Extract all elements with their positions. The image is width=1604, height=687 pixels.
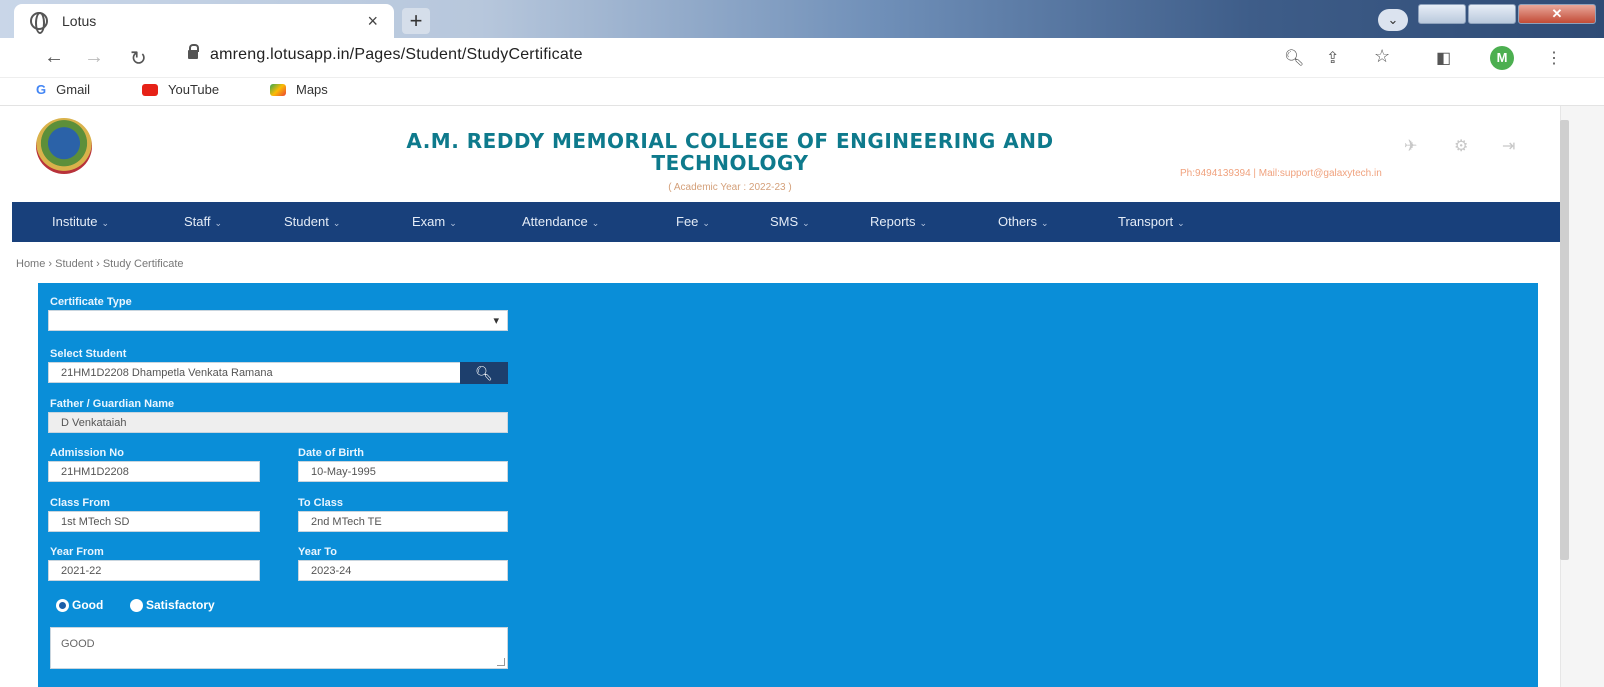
certificate-type-label: Certificate Type — [50, 296, 132, 308]
year-to-field[interactable]: 2023-24 — [298, 560, 508, 581]
profile-avatar[interactable]: M — [1490, 46, 1514, 70]
new-tab-button[interactable]: + — [402, 8, 430, 34]
url-input[interactable]: amreng.lotusapp.in/Pages/Student/StudyCe… — [210, 46, 583, 64]
search-student-button[interactable]: 🔍︎ — [460, 362, 508, 384]
minimize-button[interactable] — [1418, 4, 1466, 24]
menu-student[interactable]: Student ⌄ — [284, 214, 340, 229]
tab-close-button[interactable]: × — [367, 11, 378, 32]
chevron-down-icon: ▾ — [493, 315, 499, 327]
college-name: A.M. REDDY MEMORIAL COLLEGE OF ENGINEERI… — [406, 129, 1054, 175]
chevron-down-icon: ⌄ — [101, 218, 110, 228]
zoom-icon[interactable]: 🔍︎ — [1284, 48, 1304, 68]
menu-reports[interactable]: Reports ⌄ — [870, 214, 927, 229]
menu-transport[interactable]: Transport ⌄ — [1118, 214, 1185, 229]
breadcrumb: Home › Student › Study Certificate — [16, 258, 184, 270]
maximize-button[interactable] — [1468, 4, 1516, 24]
close-window-button[interactable]: ✕ — [1518, 4, 1596, 24]
to-class-label: To Class — [298, 497, 344, 509]
browser-tab-strip: Lotus × + ⌄ ✕ — [0, 0, 1604, 38]
chevron-down-icon: ⌄ — [449, 218, 457, 228]
radio-unselected-icon — [130, 598, 143, 612]
bookmarks-bar: G Gmail YouTube Maps — [0, 78, 1604, 106]
menu-institute[interactable]: Institute ⌄ — [52, 214, 109, 229]
lock-icon — [188, 44, 199, 59]
forward-arrow-icon[interactable]: → — [84, 46, 104, 69]
radio-selected-icon — [56, 598, 69, 612]
menu-exam[interactable]: Exam ⌄ — [412, 214, 457, 229]
chevron-down-icon: ⌄ — [214, 218, 223, 228]
bookmark-maps[interactable]: Maps — [270, 82, 328, 97]
admission-no-field[interactable]: 21HM1D2208 — [48, 461, 260, 482]
main-menu: Institute ⌄ Staff ⌄ Student ⌄ Exam ⌄ Attenda… — [12, 202, 1560, 242]
bookmark-gmail[interactable]: G Gmail — [36, 82, 90, 97]
bookmark-star-icon[interactable]: ☆ — [1374, 46, 1390, 67]
to-class-field[interactable]: 2nd MTech TE — [298, 511, 508, 532]
contact-info: Ph:9494139394 | Mail:support@galaxytech.… — [1180, 168, 1382, 179]
year-from-label: Year From — [50, 546, 104, 558]
admission-no-label: Admission No — [50, 447, 124, 459]
google-g-icon: G — [36, 82, 47, 97]
academic-year: ( Academic Year : 2022-23 ) — [668, 182, 792, 193]
chevron-down-icon: ⌄ — [1041, 218, 1049, 228]
pin-icon[interactable]: ✈ — [1404, 136, 1417, 156]
resize-handle-icon[interactable] — [497, 658, 505, 666]
menu-others[interactable]: Others ⌄ — [998, 214, 1049, 229]
back-arrow-icon[interactable]: ← — [44, 46, 64, 69]
scrollbar-thumb[interactable] — [1560, 120, 1569, 560]
chevron-down-icon: ⌄ — [702, 218, 710, 228]
year-from-field[interactable]: 2021-22 — [48, 560, 260, 581]
dob-field[interactable]: 10-May-1995 — [298, 461, 508, 482]
menu-staff[interactable]: Staff ⌄ — [184, 214, 222, 229]
father-name-label: Father / Guardian Name — [50, 398, 175, 410]
college-header: A.M. REDDY MEMORIAL COLLEGE OF ENGINEERI… — [0, 106, 1560, 202]
conduct-good-radio[interactable]: Good — [56, 598, 103, 612]
conduct-satisfactory-radio[interactable]: Satisfactory — [130, 598, 215, 612]
remarks-textarea[interactable]: GOOD — [50, 627, 508, 669]
maps-icon — [270, 83, 286, 96]
gear-icon[interactable]: ⚙ — [1454, 136, 1468, 156]
chevron-down-icon: ⌄ — [591, 218, 600, 228]
college-logo — [36, 118, 92, 174]
select-student-input[interactable]: 21HM1D2208 Dhampetla Venkata Ramana — [48, 362, 462, 383]
browser-tab[interactable]: Lotus × — [14, 4, 394, 38]
class-from-label: Class From — [50, 497, 110, 509]
tab-title: Lotus — [62, 13, 97, 29]
certificate-type-select[interactable]: ▾ — [48, 310, 508, 331]
menu-attendance[interactable]: Attendance ⌄ — [522, 214, 599, 229]
chevron-down-icon: ⌄ — [1177, 218, 1185, 228]
search-icon: 🔍︎ — [475, 365, 493, 381]
side-panel-icon[interactable]: ◧ — [1436, 48, 1451, 68]
chevron-down-icon: ⌄ — [332, 218, 341, 228]
share-icon[interactable]: ⇪ — [1326, 48, 1339, 68]
chevron-down-icon: ⌄ — [919, 218, 928, 228]
menu-sms[interactable]: SMS ⌄ — [770, 214, 810, 229]
logout-icon[interactable]: ⇥ — [1502, 136, 1515, 156]
reload-icon[interactable]: ↻ — [130, 46, 147, 71]
chevron-down-icon: ⌄ — [802, 218, 810, 228]
bookmark-youtube[interactable]: YouTube — [142, 82, 219, 97]
select-student-label: Select Student — [50, 348, 127, 360]
more-menu-icon[interactable]: ⋮ — [1546, 48, 1562, 68]
year-to-label: Year To — [298, 546, 337, 558]
globe-icon — [30, 12, 48, 34]
dob-label: Date of Birth — [298, 447, 364, 459]
youtube-icon — [142, 83, 158, 96]
address-bar-row: ← → ↻ amreng.lotusapp.in/Pages/Student/S… — [0, 38, 1604, 78]
father-name-field[interactable]: D Venkataiah — [48, 412, 508, 433]
menu-fee[interactable]: Fee ⌄ — [676, 214, 710, 229]
tab-search-button[interactable]: ⌄ — [1378, 9, 1408, 31]
class-from-field[interactable]: 1st MTech SD — [48, 511, 260, 532]
